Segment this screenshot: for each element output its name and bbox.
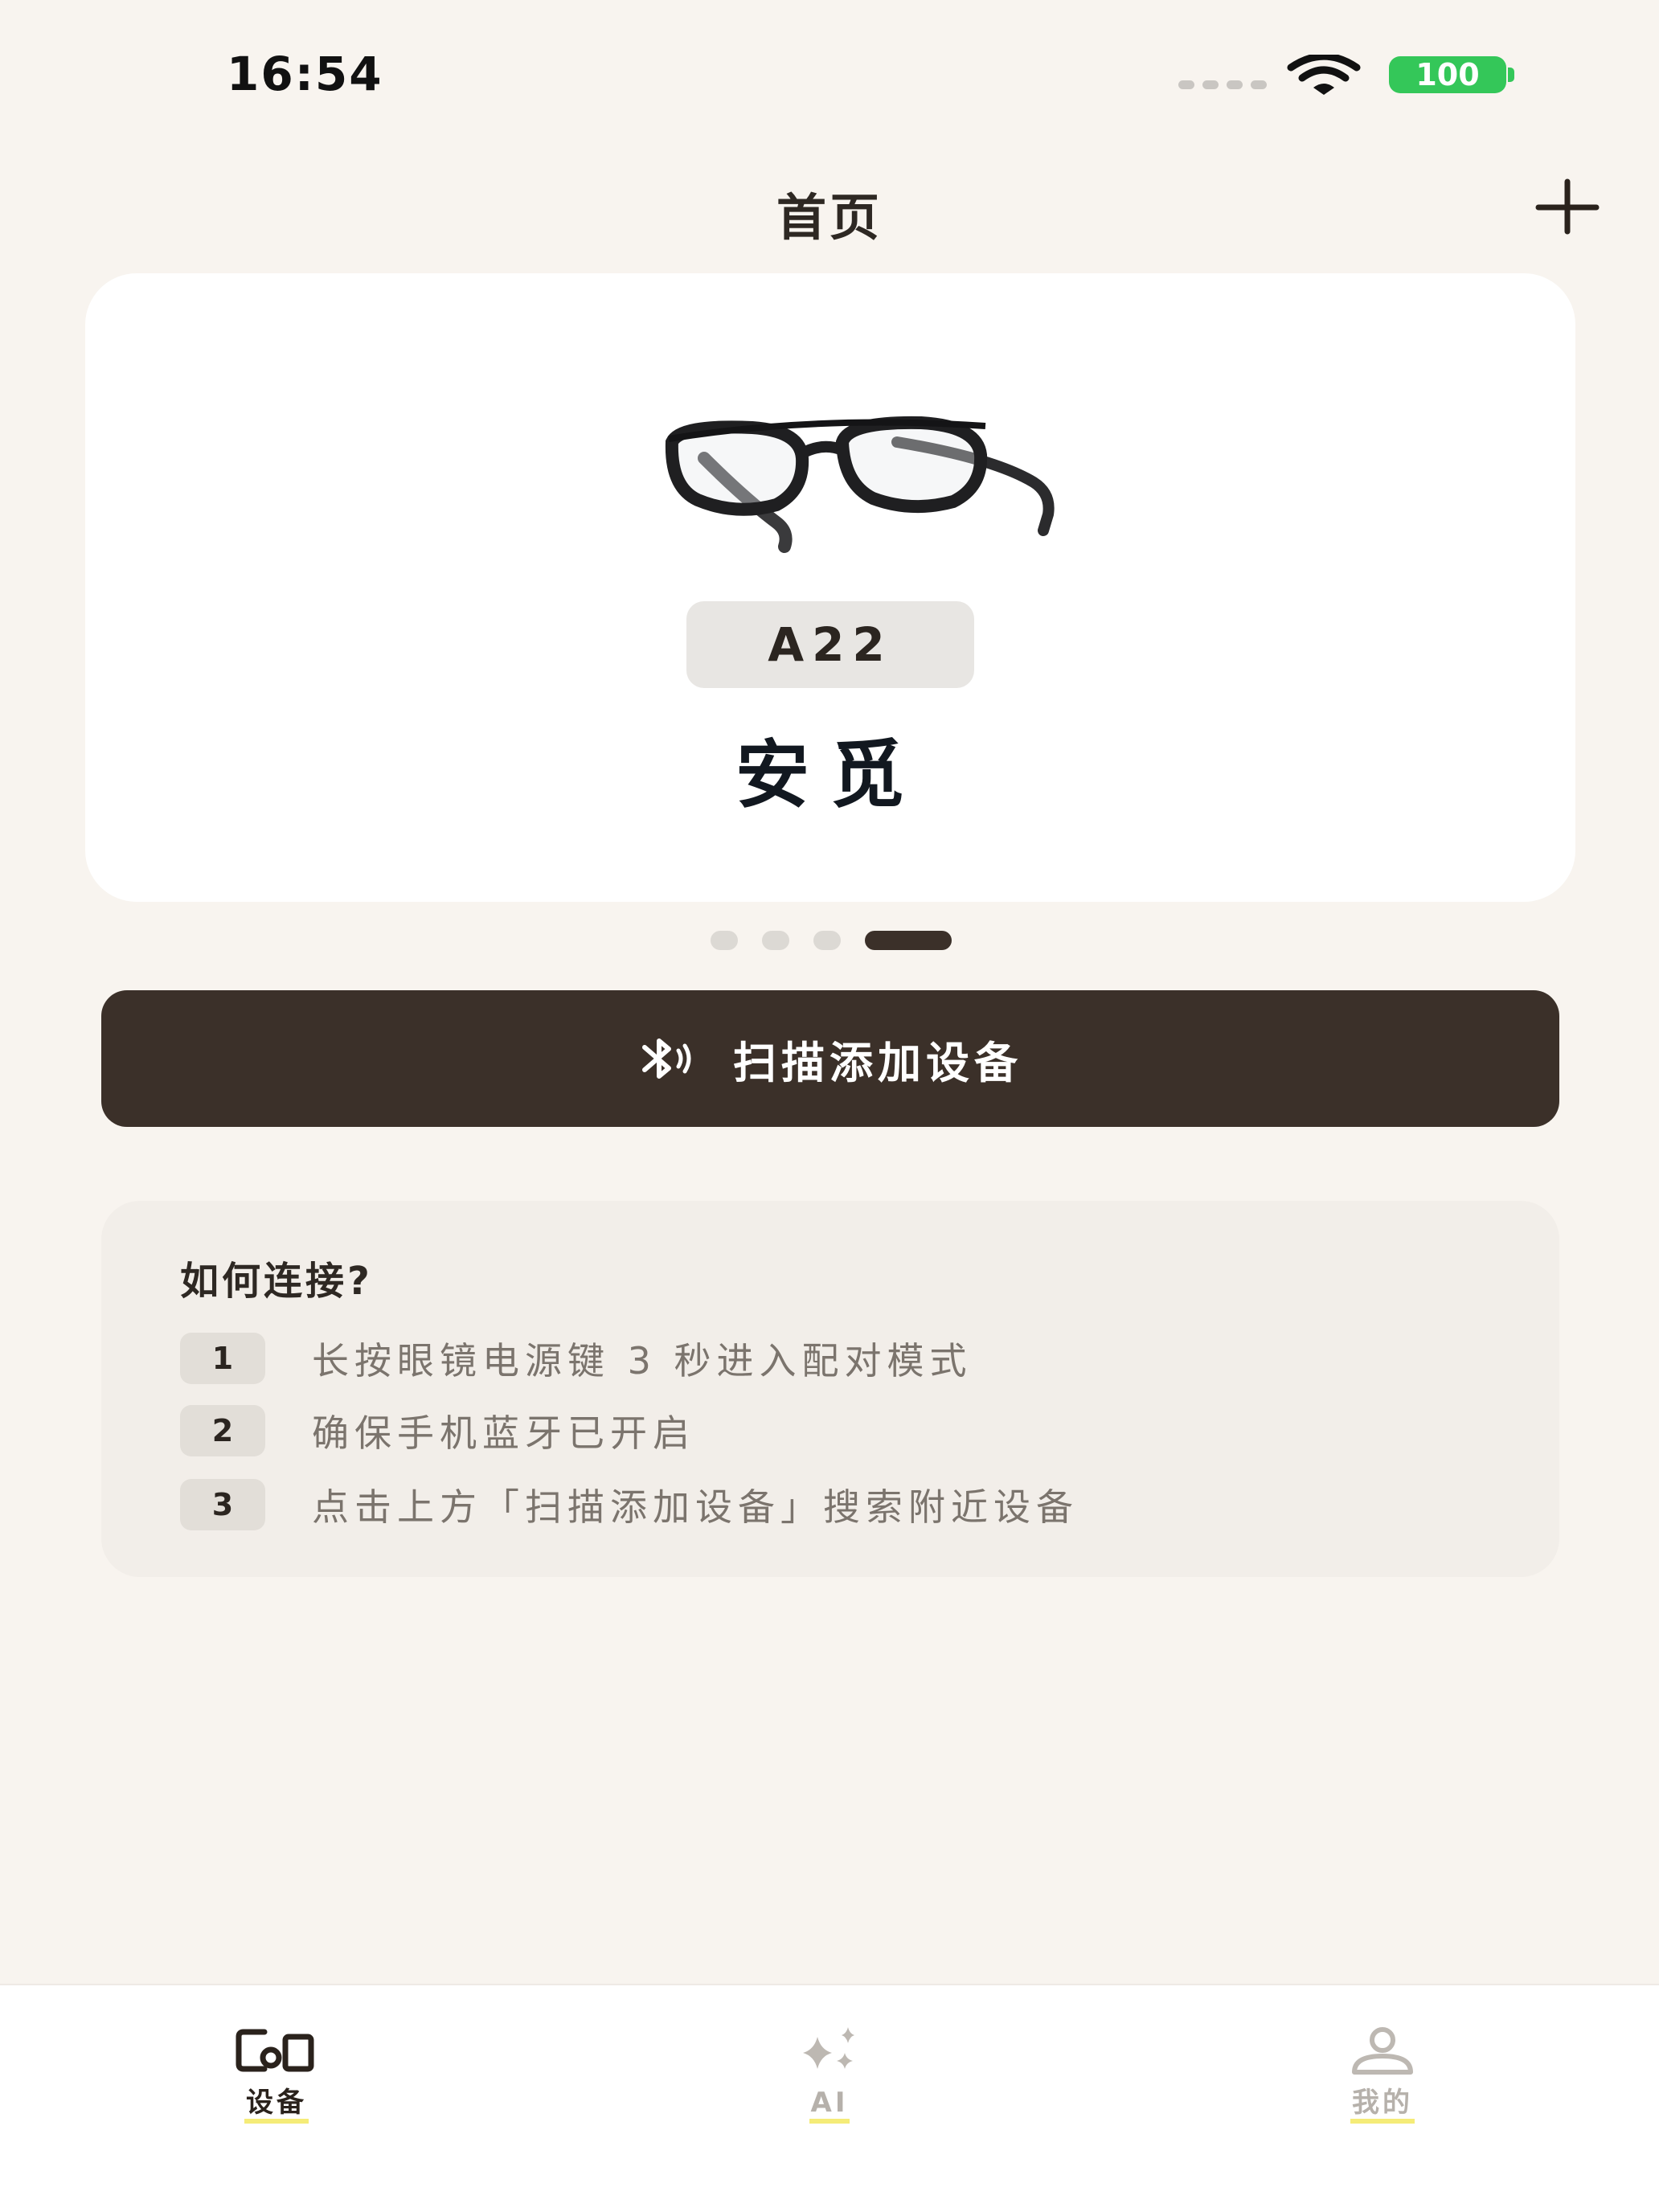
help-step: 3 点击上方「扫描添加设备」搜索附近设备: [180, 1479, 1079, 1530]
model-badge: A22: [686, 601, 974, 688]
tab-label: AI: [809, 2087, 850, 2124]
bottom-tab-bar: 设备 AI 我的: [0, 1984, 1659, 2212]
help-step: 2 确保手机蓝牙已开启: [180, 1405, 695, 1456]
step-text: 确保手机蓝牙已开启: [312, 1411, 695, 1455]
bluetooth-icon: [642, 1038, 691, 1079]
glasses-image: [665, 416, 1055, 553]
tab-ai[interactable]: AI: [741, 2026, 918, 2138]
step-text: 点击上方「扫描添加设备」搜索附近设备: [312, 1485, 1079, 1529]
connection-help-card: 如何连接? 1 长按眼镜电源键 3 秒进入配对模式 2 确保手机蓝牙已开启 3 …: [101, 1201, 1559, 1577]
tab-profile[interactable]: 我的: [1294, 2026, 1471, 2138]
scan-button-label: 扫描添加设备: [733, 1037, 1022, 1088]
wifi-icon: [1287, 55, 1361, 95]
page-dot[interactable]: [813, 931, 841, 950]
step-number: 1: [180, 1333, 265, 1384]
user-icon: [1352, 2027, 1413, 2075]
cellular-signal-icon: [1178, 80, 1267, 89]
tab-label: 设备: [244, 2087, 309, 2124]
battery-cap: [1508, 68, 1514, 82]
scan-add-device-button[interactable]: 扫描添加设备: [101, 990, 1559, 1127]
step-text: 长按眼镜电源键 3 秒进入配对模式: [312, 1339, 973, 1382]
status-bar: 16:54 100: [0, 0, 1659, 145]
help-step: 1 长按眼镜电源键 3 秒进入配对模式: [180, 1333, 973, 1384]
step-number: 2: [180, 1405, 265, 1456]
devices-icon: [236, 2029, 314, 2072]
carousel-page-indicator: [711, 931, 952, 950]
help-title: 如何连接?: [180, 1259, 373, 1304]
step-number: 3: [180, 1479, 265, 1530]
sparkle-icon: [803, 2027, 854, 2069]
home-screen: 16:54 100 首页 A22 安觅 扫描添加设备 如何连接? 1 长按眼镜电…: [0, 0, 1659, 2212]
device-card[interactable]: A22 安觅: [85, 273, 1575, 902]
tab-devices[interactable]: 设备: [188, 2026, 365, 2138]
plus-icon[interactable]: [1532, 178, 1603, 235]
status-time: 16:54: [227, 47, 383, 101]
device-name: 安觅: [735, 732, 925, 818]
page-dot[interactable]: [762, 931, 789, 950]
battery-indicator: 100: [1389, 56, 1506, 93]
page-title: 首页: [776, 188, 883, 247]
page-dot-active[interactable]: [865, 931, 952, 950]
page-dot[interactable]: [711, 931, 738, 950]
tab-label: 我的: [1350, 2087, 1415, 2124]
